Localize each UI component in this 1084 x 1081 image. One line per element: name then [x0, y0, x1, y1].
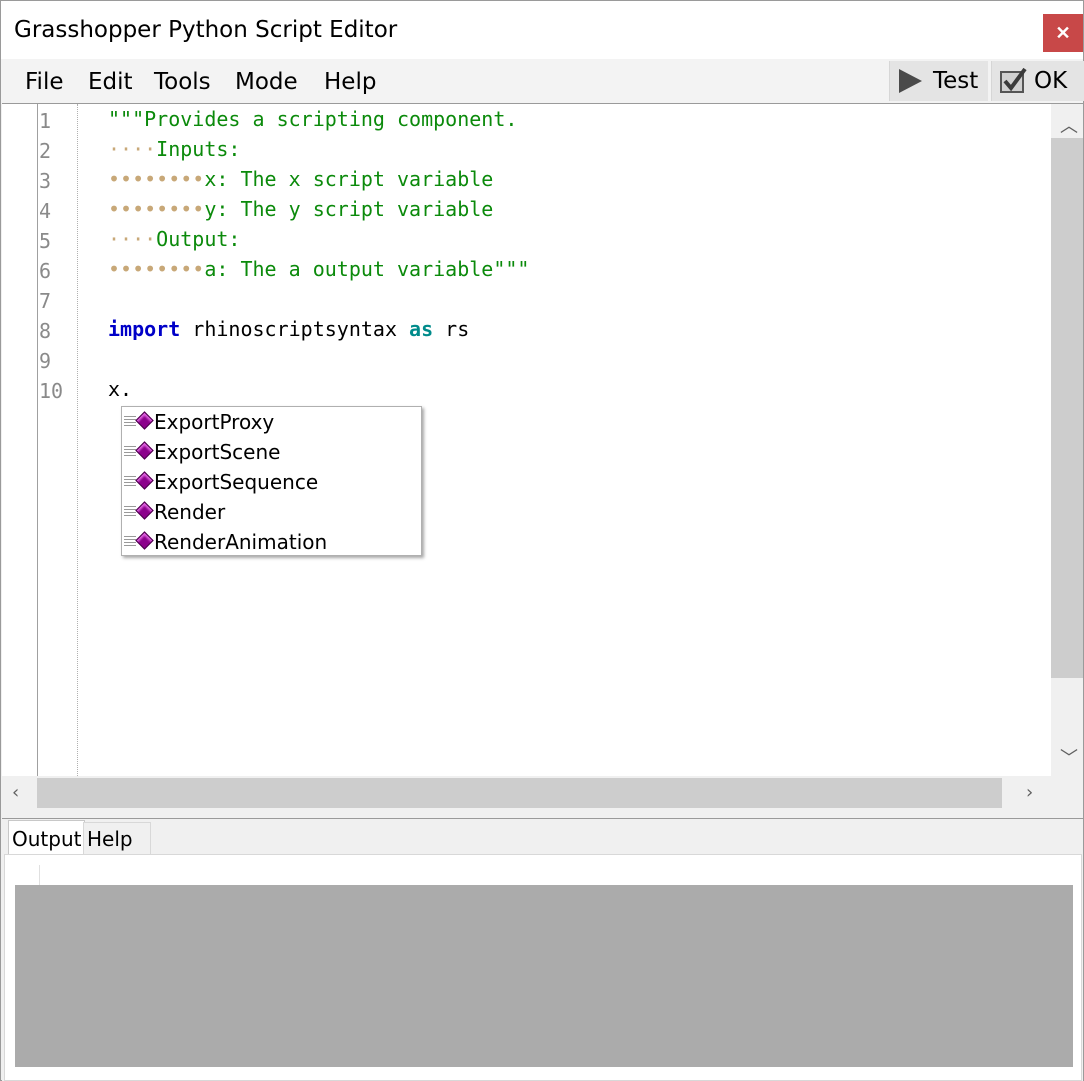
menu-help[interactable]: Help: [324, 69, 376, 95]
whitespace-marker: ••••••••: [108, 197, 205, 221]
whitespace-marker: ••••••••: [108, 167, 205, 191]
line-number: 3: [39, 169, 52, 193]
tab-output[interactable]: Output: [8, 820, 86, 856]
code-line-6: ••••••••a: The a output variable""": [108, 257, 529, 281]
play-icon: [899, 69, 922, 93]
code-text: Inputs:: [156, 137, 241, 161]
line-number: 10: [39, 379, 64, 403]
close-button[interactable]: ✕: [1043, 14, 1083, 52]
whitespace-marker: ••••••••: [108, 257, 205, 281]
autocomplete-item[interactable]: Render: [122, 497, 421, 527]
ok-button[interactable]: OK: [991, 61, 1084, 101]
line-number: 1: [39, 109, 52, 133]
keyword-as: as: [409, 317, 434, 341]
menu-bar: File Edit Tools Mode Help Test OK: [1, 59, 1084, 103]
menu-mode[interactable]: Mode: [235, 69, 298, 95]
title-bar: Grasshopper Python Script Editor ✕: [1, 1, 1083, 59]
line-number: 2: [39, 139, 52, 163]
code-line-5: ····Output:: [108, 227, 240, 251]
code-text: Output:: [156, 227, 241, 251]
autocomplete-item[interactable]: RenderAnimation: [122, 527, 421, 557]
horizontal-scroll-thumb[interactable]: [37, 778, 1002, 808]
whitespace-marker: ····: [108, 137, 157, 161]
code-text: x: The x script variable: [204, 167, 494, 191]
method-icon: [122, 467, 154, 497]
fold-margin: [77, 104, 78, 776]
whitespace-marker: ····: [108, 227, 157, 251]
output-panel: Output Help: [2, 818, 1083, 1081]
keyword-import: import: [108, 317, 181, 341]
code-line-2: ····Inputs:: [108, 137, 240, 161]
alias-name: rs: [433, 317, 470, 341]
method-icon: [122, 497, 154, 527]
scroll-right-icon[interactable]: ›: [1026, 782, 1033, 803]
checkbox-check-icon: [1000, 67, 1027, 93]
line-number: 5: [39, 229, 52, 253]
horizontal-scrollbar[interactable]: ‹ ›: [2, 776, 1083, 810]
vertical-scroll-thumb[interactable]: [1051, 138, 1083, 678]
output-grid-header: [15, 865, 1073, 885]
menu-edit[interactable]: Edit: [88, 69, 133, 95]
output-body: [4, 854, 1082, 1081]
menu-tools[interactable]: Tools: [154, 69, 211, 95]
line-number: 7: [39, 289, 52, 313]
line-number: 6: [39, 259, 52, 283]
window-title: Grasshopper Python Script Editor: [14, 17, 398, 43]
line-number: 4: [39, 199, 52, 223]
line-number: 9: [39, 349, 52, 373]
scroll-up-icon[interactable]: ︿: [1060, 112, 1078, 138]
autocomplete-popup: ExportProxy ExportScene ExportSequence R…: [121, 406, 422, 556]
test-button[interactable]: Test: [889, 61, 988, 101]
code-line-8: import rhinoscriptsyntax as rs: [108, 317, 469, 341]
code-line-3: ••••••••x: The x script variable: [108, 167, 493, 191]
code-text: y: The y script variable: [204, 197, 494, 221]
code-line-1: """Provides a scripting component.: [108, 107, 518, 131]
output-grid-corner: [15, 865, 40, 885]
ok-label: OK: [1034, 68, 1068, 94]
autocomplete-label: Render: [154, 500, 226, 524]
gutter-divider: [37, 104, 38, 776]
code-editor[interactable]: 1 2 3 4 5 6 7 8 9 10 """Provides a scrip…: [2, 103, 1083, 810]
method-icon: [122, 407, 154, 437]
code-line-10: x.: [108, 377, 133, 401]
method-icon: [122, 527, 154, 557]
autocomplete-item[interactable]: ExportProxy: [122, 407, 421, 437]
autocomplete-item[interactable]: ExportScene: [122, 437, 421, 467]
autocomplete-label: ExportProxy: [154, 410, 275, 434]
output-grid: [15, 865, 1073, 1067]
method-icon: [122, 437, 154, 467]
editor-window: Grasshopper Python Script Editor ✕ File …: [0, 0, 1084, 1081]
menu-file[interactable]: File: [25, 69, 64, 95]
code-line-4: ••••••••y: The y script variable: [108, 197, 493, 221]
tab-help[interactable]: Help: [83, 822, 151, 855]
scroll-down-icon[interactable]: ﹀: [1060, 744, 1078, 770]
test-label: Test: [933, 68, 979, 94]
code-text: a: The a output variable""": [204, 257, 530, 281]
module-name: rhinoscriptsyntax: [180, 317, 410, 341]
line-number: 8: [39, 319, 52, 343]
autocomplete-label: ExportScene: [154, 440, 281, 464]
vertical-scrollbar[interactable]: ︿ ﹀: [1051, 104, 1083, 776]
scroll-left-icon[interactable]: ‹: [12, 782, 19, 803]
autocomplete-label: RenderAnimation: [154, 530, 328, 554]
autocomplete-item[interactable]: ExportSequence: [122, 467, 421, 497]
autocomplete-label: ExportSequence: [154, 470, 319, 494]
